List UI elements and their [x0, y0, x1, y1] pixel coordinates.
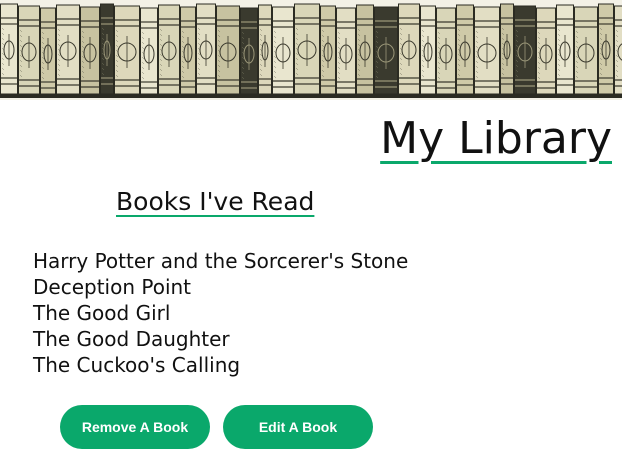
book-spine-icon [500, 3, 514, 95]
book-spine-icon [398, 3, 420, 95]
book-spine-icon [100, 3, 114, 95]
book-spine-icon [514, 5, 536, 95]
book-spine-icon [158, 4, 180, 95]
book-spine-icon [320, 5, 336, 95]
book-spine-icon [294, 3, 320, 95]
book-spine-icon [216, 5, 240, 95]
book-list: Harry Potter and the Sorcerer's Stone De… [33, 248, 408, 378]
list-item: Harry Potter and the Sorcerer's Stone [33, 249, 409, 273]
book-spine-icon [574, 6, 598, 95]
book-spine-icon [474, 6, 500, 95]
list-item: Deception Point [33, 275, 192, 299]
book-spine-icon [140, 7, 158, 95]
book-spine-icon [180, 6, 196, 95]
edit-book-button[interactable]: Edit A Book [223, 405, 373, 449]
book-spine-icon [436, 7, 456, 95]
section-heading: Books I've Read [116, 187, 315, 216]
book-spine-icon [56, 4, 80, 95]
book-spine-icon [614, 5, 622, 95]
book-spine-icon [356, 4, 374, 95]
book-spine-icon [18, 5, 40, 95]
list-item: The Good Daughter [33, 327, 230, 351]
book-spine-icon [536, 7, 556, 95]
page-title: My Library [380, 113, 612, 164]
shelf-edge [0, 94, 622, 98]
book-spine-icon [196, 3, 216, 95]
book-spine-icon [272, 6, 294, 95]
remove-book-button[interactable]: Remove A Book [60, 405, 210, 449]
book-spine-icon [240, 7, 258, 95]
book-spine-icon [40, 7, 56, 95]
list-item: The Good Girl [33, 301, 171, 325]
list-item: The Cuckoo's Calling [33, 353, 241, 377]
book-spine-icon [374, 6, 398, 95]
book-spine-icon [258, 4, 272, 95]
bookshelf-illustration [0, 3, 622, 98]
book-spine-icon [0, 3, 18, 95]
book-spine-icon [80, 6, 100, 95]
book-spine-icon [420, 5, 436, 95]
bookshelf-banner [0, 0, 622, 100]
book-spine-icon [114, 5, 140, 95]
book-spine-icon [556, 4, 574, 95]
book-spine-icon [598, 3, 614, 95]
book-spine-icon [336, 7, 356, 95]
book-spine-icon [456, 4, 474, 95]
